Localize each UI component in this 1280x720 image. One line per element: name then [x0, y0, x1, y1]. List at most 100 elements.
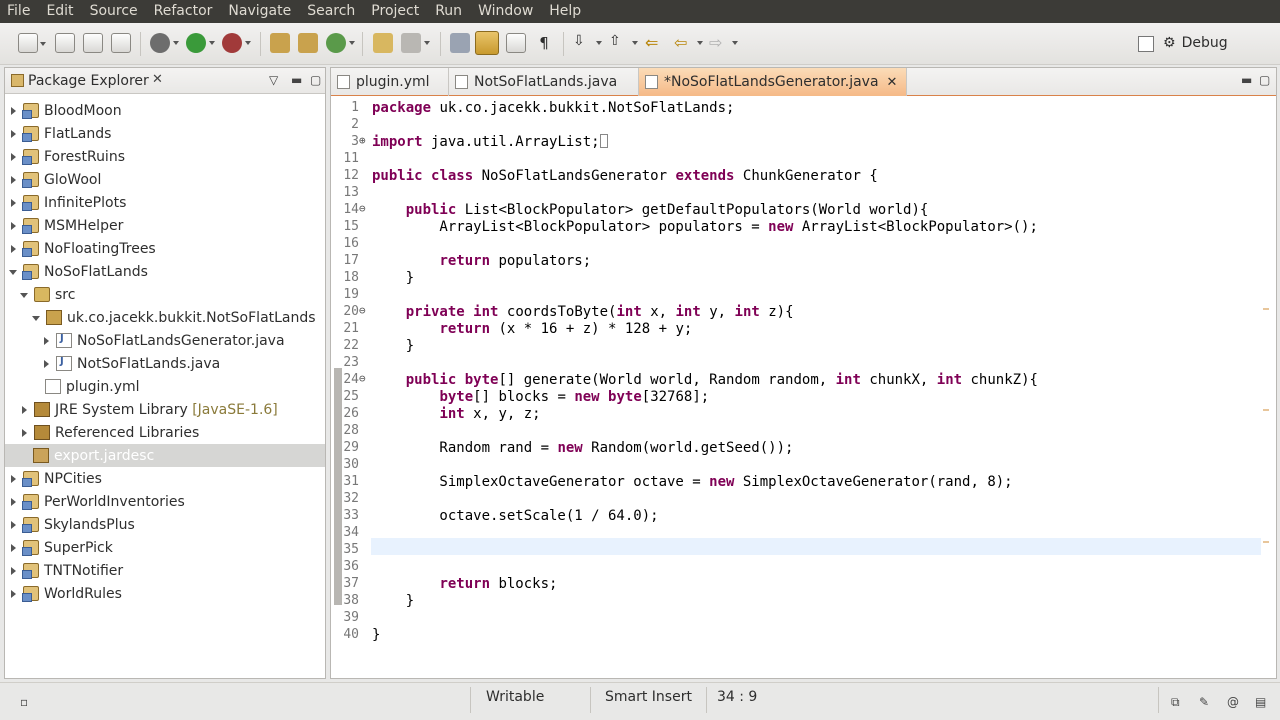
tree-item[interactable]: WorldRules — [9, 582, 122, 605]
expand-icon[interactable] — [9, 129, 19, 139]
fold-collapse-icon[interactable]: ⊖ — [359, 372, 369, 385]
maximize-icon[interactable]: ▢ — [310, 73, 321, 87]
tree-item[interactable]: FlatLands — [9, 122, 111, 145]
tree-item[interactable]: plugin.yml — [45, 375, 140, 398]
save-all-icon[interactable] — [83, 33, 103, 53]
menu-search[interactable]: Search — [299, 0, 363, 23]
expand-icon[interactable] — [9, 566, 19, 576]
line-number: 24 — [343, 372, 359, 387]
toggle-annotation-icon[interactable] — [450, 33, 470, 53]
last-edit-location-icon[interactable]: ⇐ — [645, 33, 665, 53]
code-area[interactable]: 1 package uk.co.jacekk.bukkit.NotSoFlatL… — [331, 98, 1276, 678]
tree-item[interactable]: NPCities — [9, 467, 102, 490]
next-annotation-icon[interactable]: ⇩ — [573, 33, 602, 53]
fold-expand-icon[interactable]: ⊕ — [359, 134, 369, 147]
tree-item[interactable]: SuperPick — [9, 536, 113, 559]
tree-item[interactable]: MSMHelper — [9, 214, 123, 237]
expand-icon[interactable] — [9, 520, 19, 530]
mark-occurrences-icon[interactable] — [475, 31, 499, 55]
fold-collapse-icon[interactable]: ⊖ — [359, 304, 369, 317]
search-icon[interactable] — [401, 33, 430, 53]
close-icon[interactable]: ✕ — [152, 72, 163, 87]
expand-icon[interactable] — [20, 428, 30, 438]
maximize-icon[interactable]: ▢ — [1259, 73, 1270, 87]
view-menu-icon[interactable]: ▽ — [269, 73, 278, 87]
new-icon[interactable] — [18, 33, 46, 53]
tree-item[interactable]: src — [20, 283, 75, 306]
menu-help[interactable]: Help — [541, 0, 589, 23]
print-icon[interactable] — [111, 33, 131, 53]
open-perspective-icon[interactable] — [1138, 36, 1154, 52]
minimize-icon[interactable]: ▬ — [291, 73, 302, 87]
expand-icon[interactable] — [9, 589, 19, 599]
save-icon[interactable] — [55, 33, 75, 53]
menu-navigate[interactable]: Navigate — [220, 0, 299, 23]
collapse-icon[interactable] — [9, 267, 19, 277]
menu-file[interactable]: File — [0, 0, 38, 23]
tree-item[interactable]: uk.co.jacekk.bukkit.NotSoFlatLands — [32, 306, 316, 329]
javadoc-icon[interactable]: ▤ — [1255, 695, 1267, 709]
tree-item[interactable]: ForestRuins — [9, 145, 125, 168]
expand-icon[interactable] — [9, 543, 19, 553]
tree-item[interactable]: NotSoFlatLands.java — [42, 352, 220, 375]
new-java-package-icon[interactable] — [270, 33, 290, 53]
tree-item-selected[interactable]: export.jardesc — [5, 444, 325, 467]
expand-icon[interactable] — [9, 221, 19, 231]
expand-icon[interactable] — [9, 106, 19, 116]
jre-version: [JavaSE-1.6] — [192, 401, 278, 418]
open-type-icon[interactable] — [373, 33, 393, 53]
tree-item[interactable]: JRE System Library [JavaSE-1.6] — [20, 398, 278, 421]
expand-icon[interactable] — [9, 198, 19, 208]
debug-perspective-button[interactable]: ⚙ Debug — [1163, 35, 1228, 51]
menu-edit[interactable]: Edit — [38, 0, 81, 23]
new-class-icon[interactable] — [326, 33, 355, 53]
minimize-icon[interactable]: ▬ — [1241, 73, 1252, 87]
menu-project[interactable]: Project — [363, 0, 427, 23]
tree-item[interactable]: SkylandsPlus — [9, 513, 135, 536]
expand-icon[interactable] — [42, 359, 52, 369]
at-icon[interactable]: @ — [1227, 695, 1239, 709]
debug-run-icon[interactable] — [150, 33, 179, 53]
tree-item[interactable]: NoSoFlatLands — [9, 260, 148, 283]
project-icon — [22, 517, 39, 533]
collapse-icon[interactable] — [32, 313, 42, 323]
close-icon[interactable]: ✕ — [887, 75, 898, 90]
tree-item[interactable]: Referenced Libraries — [20, 421, 199, 444]
package-explorer-tab[interactable]: Package Explorer ✕ ▽ ▬ ▢ — [5, 68, 325, 94]
fast-view-icon[interactable]: ▫ — [20, 695, 32, 709]
fold-collapse-icon[interactable]: ⊖ — [359, 202, 369, 215]
collapse-icon[interactable] — [20, 290, 30, 300]
expand-icon[interactable] — [9, 175, 19, 185]
expand-icon[interactable] — [42, 336, 52, 346]
tree-item[interactable]: PerWorldInventories — [9, 490, 185, 513]
tab-generator-java[interactable]: *NoSoFlatLandsGenerator.java ✕ — [639, 68, 907, 96]
tree-item[interactable]: BloodMoon — [9, 99, 122, 122]
expand-icon[interactable] — [9, 244, 19, 254]
menu-window[interactable]: Window — [470, 0, 541, 23]
expand-icon[interactable] — [9, 474, 19, 484]
tree-item[interactable]: NoFloatingTrees — [9, 237, 156, 260]
expand-icon[interactable] — [9, 152, 19, 162]
menu-refactor[interactable]: Refactor — [146, 0, 221, 23]
previous-annotation-icon[interactable]: ⇧ — [609, 33, 638, 53]
show-whitespace-icon[interactable]: ¶ — [534, 33, 554, 53]
tree-item[interactable]: NoSoFlatLandsGenerator.java — [42, 329, 285, 352]
run-icon[interactable] — [186, 33, 215, 53]
back-icon[interactable]: ⇦ — [674, 33, 703, 53]
block-selection-icon[interactable] — [506, 33, 526, 53]
tab-notsoflatlands-java[interactable]: NotSoFlatLands.java — [449, 68, 639, 96]
progress-icon[interactable]: ✎ — [1199, 695, 1211, 709]
folded-block-icon[interactable] — [599, 134, 608, 148]
menu-source[interactable]: Source — [82, 0, 146, 23]
tree-item[interactable]: TNTNotifier — [9, 559, 123, 582]
external-tools-icon[interactable] — [222, 33, 251, 53]
console-icon[interactable]: ⧉ — [1171, 695, 1183, 709]
expand-icon[interactable] — [9, 497, 19, 507]
new-java-class-icon[interactable] — [298, 33, 318, 53]
expand-icon[interactable] — [20, 405, 30, 415]
menu-run[interactable]: Run — [427, 0, 470, 23]
tree-item[interactable]: InfinitePlots — [9, 191, 126, 214]
tab-plugin-yml[interactable]: plugin.yml — [331, 68, 449, 96]
forward-icon[interactable]: ⇨ — [709, 33, 738, 53]
tree-item[interactable]: GloWool — [9, 168, 101, 191]
